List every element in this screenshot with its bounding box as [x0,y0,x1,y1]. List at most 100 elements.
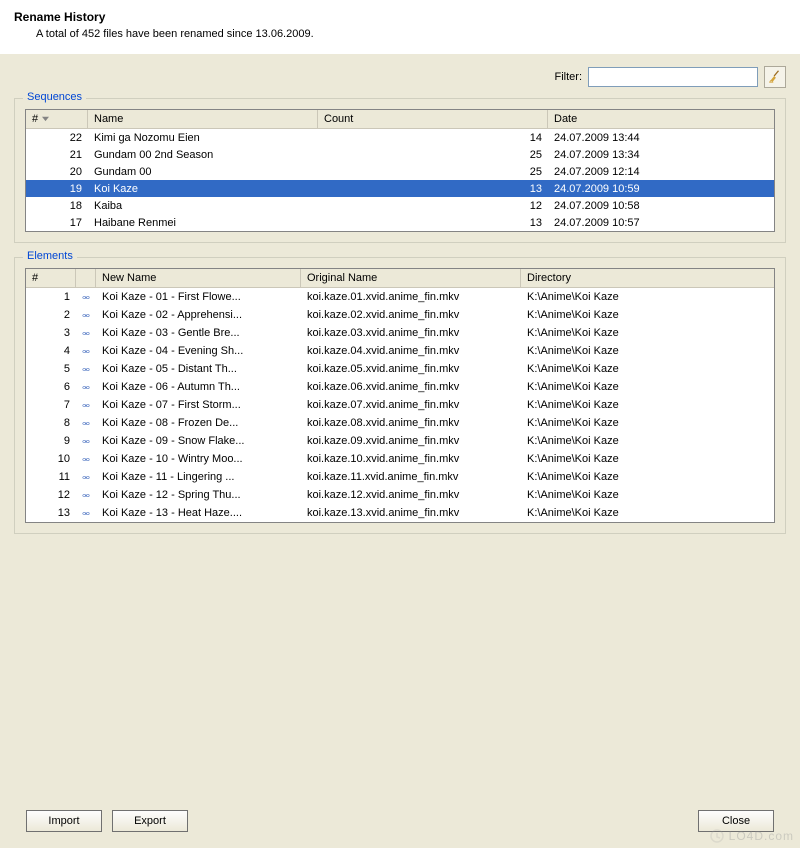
el-row-orig: koi.kaze.11.xvid.anime_fin.mkv [301,470,521,484]
elements-row[interactable]: 11 Koi Kaze - 11 - Lingering ...koi.kaze.… [26,468,774,486]
el-row-dir: K:\Anime\Koi Kaze [521,362,721,376]
el-row-num: 4 [26,344,76,358]
el-row-num: 5 [26,362,76,376]
sequences-row[interactable]: 21Gundam 00 2nd Season2524.07.2009 13:34 [26,146,774,163]
el-row-num: 7 [26,398,76,412]
elements-row[interactable]: 5 Koi Kaze - 05 - Distant Th...koi.kaze.0… [26,360,774,378]
el-row-new: Koi Kaze - 13 - Heat Haze.... [96,506,301,520]
seq-row-count: 13 [318,216,548,230]
el-row-new: Koi Kaze - 05 - Distant Th... [96,362,301,376]
elements-col-dir[interactable]: Directory [521,269,774,287]
sequences-group-label: Sequences [23,91,86,103]
sequences-col-num[interactable]: # [26,110,88,128]
el-row-orig: koi.kaze.12.xvid.anime_fin.mkv [301,488,521,502]
el-row-dir: K:\Anime\Koi Kaze [521,380,721,394]
seq-row-count: 25 [318,165,548,179]
elements-body[interactable]: 1Koi Kaze - 01 - First Flowe...koi.kaze.… [26,288,774,522]
el-row-new: Koi Kaze - 03 - Gentle Bre... [96,326,301,340]
el-row-new: Koi Kaze - 09 - Snow Flake... [96,434,301,448]
dialog-subtitle: A total of 452 files have been renamed s… [14,28,786,40]
sequences-group: Sequences # Name Count Date 22Kimi ga No… [14,98,786,243]
el-row-num: 6 [26,380,76,394]
link-icon [76,435,96,448]
sequences-col-count[interactable]: Count [318,110,548,128]
elements-row[interactable]: 3 Koi Kaze - 03 - Gentle Bre...koi.kaze.0… [26,324,774,342]
el-row-dir: K:\Anime\Koi Kaze [521,290,721,304]
el-row-orig: koi.kaze.07.xvid.anime_fin.mkv [301,398,521,412]
el-row-dir: K:\Anime\Koi Kaze [521,452,721,466]
elements-group: Elements # New Name Original Name Direct… [14,257,786,534]
elements-row[interactable]: 7Koi Kaze - 07 - First Storm...koi.kaze.… [26,396,774,414]
sequences-row[interactable]: 19Koi Kaze1324.07.2009 10:59 [26,180,774,197]
el-row-new: Koi Kaze - 08 - Frozen De... [96,416,301,430]
el-row-orig: koi.kaze.05.xvid.anime_fin.mkv [301,362,521,376]
import-button[interactable]: Import [26,810,102,832]
sequences-header: # Name Count Date [26,110,774,129]
seq-row-date: 24.07.2009 10:57 [548,216,728,230]
seq-row-count: 14 [318,131,548,145]
elements-row[interactable]: 13 Koi Kaze - 13 - Heat Haze....koi.kaze.… [26,504,774,522]
elements-header: # New Name Original Name Directory [26,269,774,288]
el-row-dir: K:\Anime\Koi Kaze [521,344,721,358]
seq-row-num: 19 [26,182,88,196]
el-row-num: 12 [26,488,76,502]
watermark: LO4D.com [709,828,794,844]
el-row-num: 9 [26,434,76,448]
el-row-num: 3 [26,326,76,340]
seq-row-name: Kimi ga Nozomu Eien [88,131,318,145]
sequences-col-name[interactable]: Name [88,110,318,128]
el-row-num: 13 [26,506,76,520]
el-row-new: Koi Kaze - 10 - Wintry Moo... [96,452,301,466]
sequences-col-date[interactable]: Date [548,110,774,128]
sequences-row[interactable]: 20Gundam 002524.07.2009 12:14 [26,163,774,180]
el-row-orig: koi.kaze.01.xvid.anime_fin.mkv [301,290,521,304]
seq-row-name: Kaiba [88,199,318,213]
sequences-body[interactable]: 22Kimi ga Nozomu Eien1424.07.2009 13:442… [26,129,774,231]
link-icon [76,291,96,304]
sequences-row[interactable]: 18Kaiba1224.07.2009 10:58 [26,197,774,214]
el-row-dir: K:\Anime\Koi Kaze [521,434,721,448]
el-row-orig: koi.kaze.08.xvid.anime_fin.mkv [301,416,521,430]
el-row-dir: K:\Anime\Koi Kaze [521,326,721,340]
seq-row-date: 24.07.2009 13:34 [548,148,728,162]
link-icon [76,399,96,412]
elements-row[interactable]: 8Koi Kaze - 08 - Frozen De...koi.kaze.08… [26,414,774,432]
el-row-orig: koi.kaze.13.xvid.anime_fin.mkv [301,506,521,520]
elements-col-new[interactable]: New Name [96,269,301,287]
el-row-new: Koi Kaze - 06 - Autumn Th... [96,380,301,394]
sequences-row[interactable]: 17Haibane Renmei1324.07.2009 10:57 [26,214,774,231]
el-row-orig: koi.kaze.10.xvid.anime_fin.mkv [301,452,521,466]
seq-row-count: 13 [318,182,548,196]
elements-row[interactable]: 10 Koi Kaze - 10 - Wintry Moo...koi.kaze.… [26,450,774,468]
seq-row-date: 24.07.2009 13:44 [548,131,728,145]
clear-filter-button[interactable] [764,66,786,88]
elements-col-num[interactable]: # [26,269,76,287]
seq-row-date: 24.07.2009 10:59 [548,182,728,196]
elements-row[interactable]: 2Koi Kaze - 02 - Apprehensi...koi.kaze.0… [26,306,774,324]
filter-input[interactable] [588,67,758,87]
el-row-num: 10 [26,452,76,466]
el-row-orig: koi.kaze.09.xvid.anime_fin.mkv [301,434,521,448]
dialog-title: Rename History [14,10,786,24]
el-row-dir: K:\Anime\Koi Kaze [521,506,721,520]
elements-row[interactable]: 12 Koi Kaze - 12 - Spring Thu...koi.kaze.… [26,486,774,504]
el-row-orig: koi.kaze.03.xvid.anime_fin.mkv [301,326,521,340]
seq-row-name: Gundam 00 2nd Season [88,148,318,162]
elements-col-orig[interactable]: Original Name [301,269,521,287]
el-row-new: Koi Kaze - 01 - First Flowe... [96,290,301,304]
link-icon [76,309,96,322]
el-row-new: Koi Kaze - 12 - Spring Thu... [96,488,301,502]
elements-row[interactable]: 9 Koi Kaze - 09 - Snow Flake...koi.kaze.0… [26,432,774,450]
sequences-row[interactable]: 22Kimi ga Nozomu Eien1424.07.2009 13:44 [26,129,774,146]
seq-row-num: 18 [26,199,88,213]
elements-row[interactable]: 6Koi Kaze - 06 - Autumn Th...koi.kaze.06… [26,378,774,396]
el-row-num: 11 [26,470,76,484]
link-icon [76,381,96,394]
elements-row[interactable]: 1Koi Kaze - 01 - First Flowe...koi.kaze.… [26,288,774,306]
elements-row[interactable]: 4Koi Kaze - 04 - Evening Sh...koi.kaze.0… [26,342,774,360]
el-row-new: Koi Kaze - 11 - Lingering ... [96,470,301,484]
export-button[interactable]: Export [112,810,188,832]
link-icon [76,345,96,358]
seq-row-count: 25 [318,148,548,162]
dialog-footer: Import Export Close [0,810,800,832]
